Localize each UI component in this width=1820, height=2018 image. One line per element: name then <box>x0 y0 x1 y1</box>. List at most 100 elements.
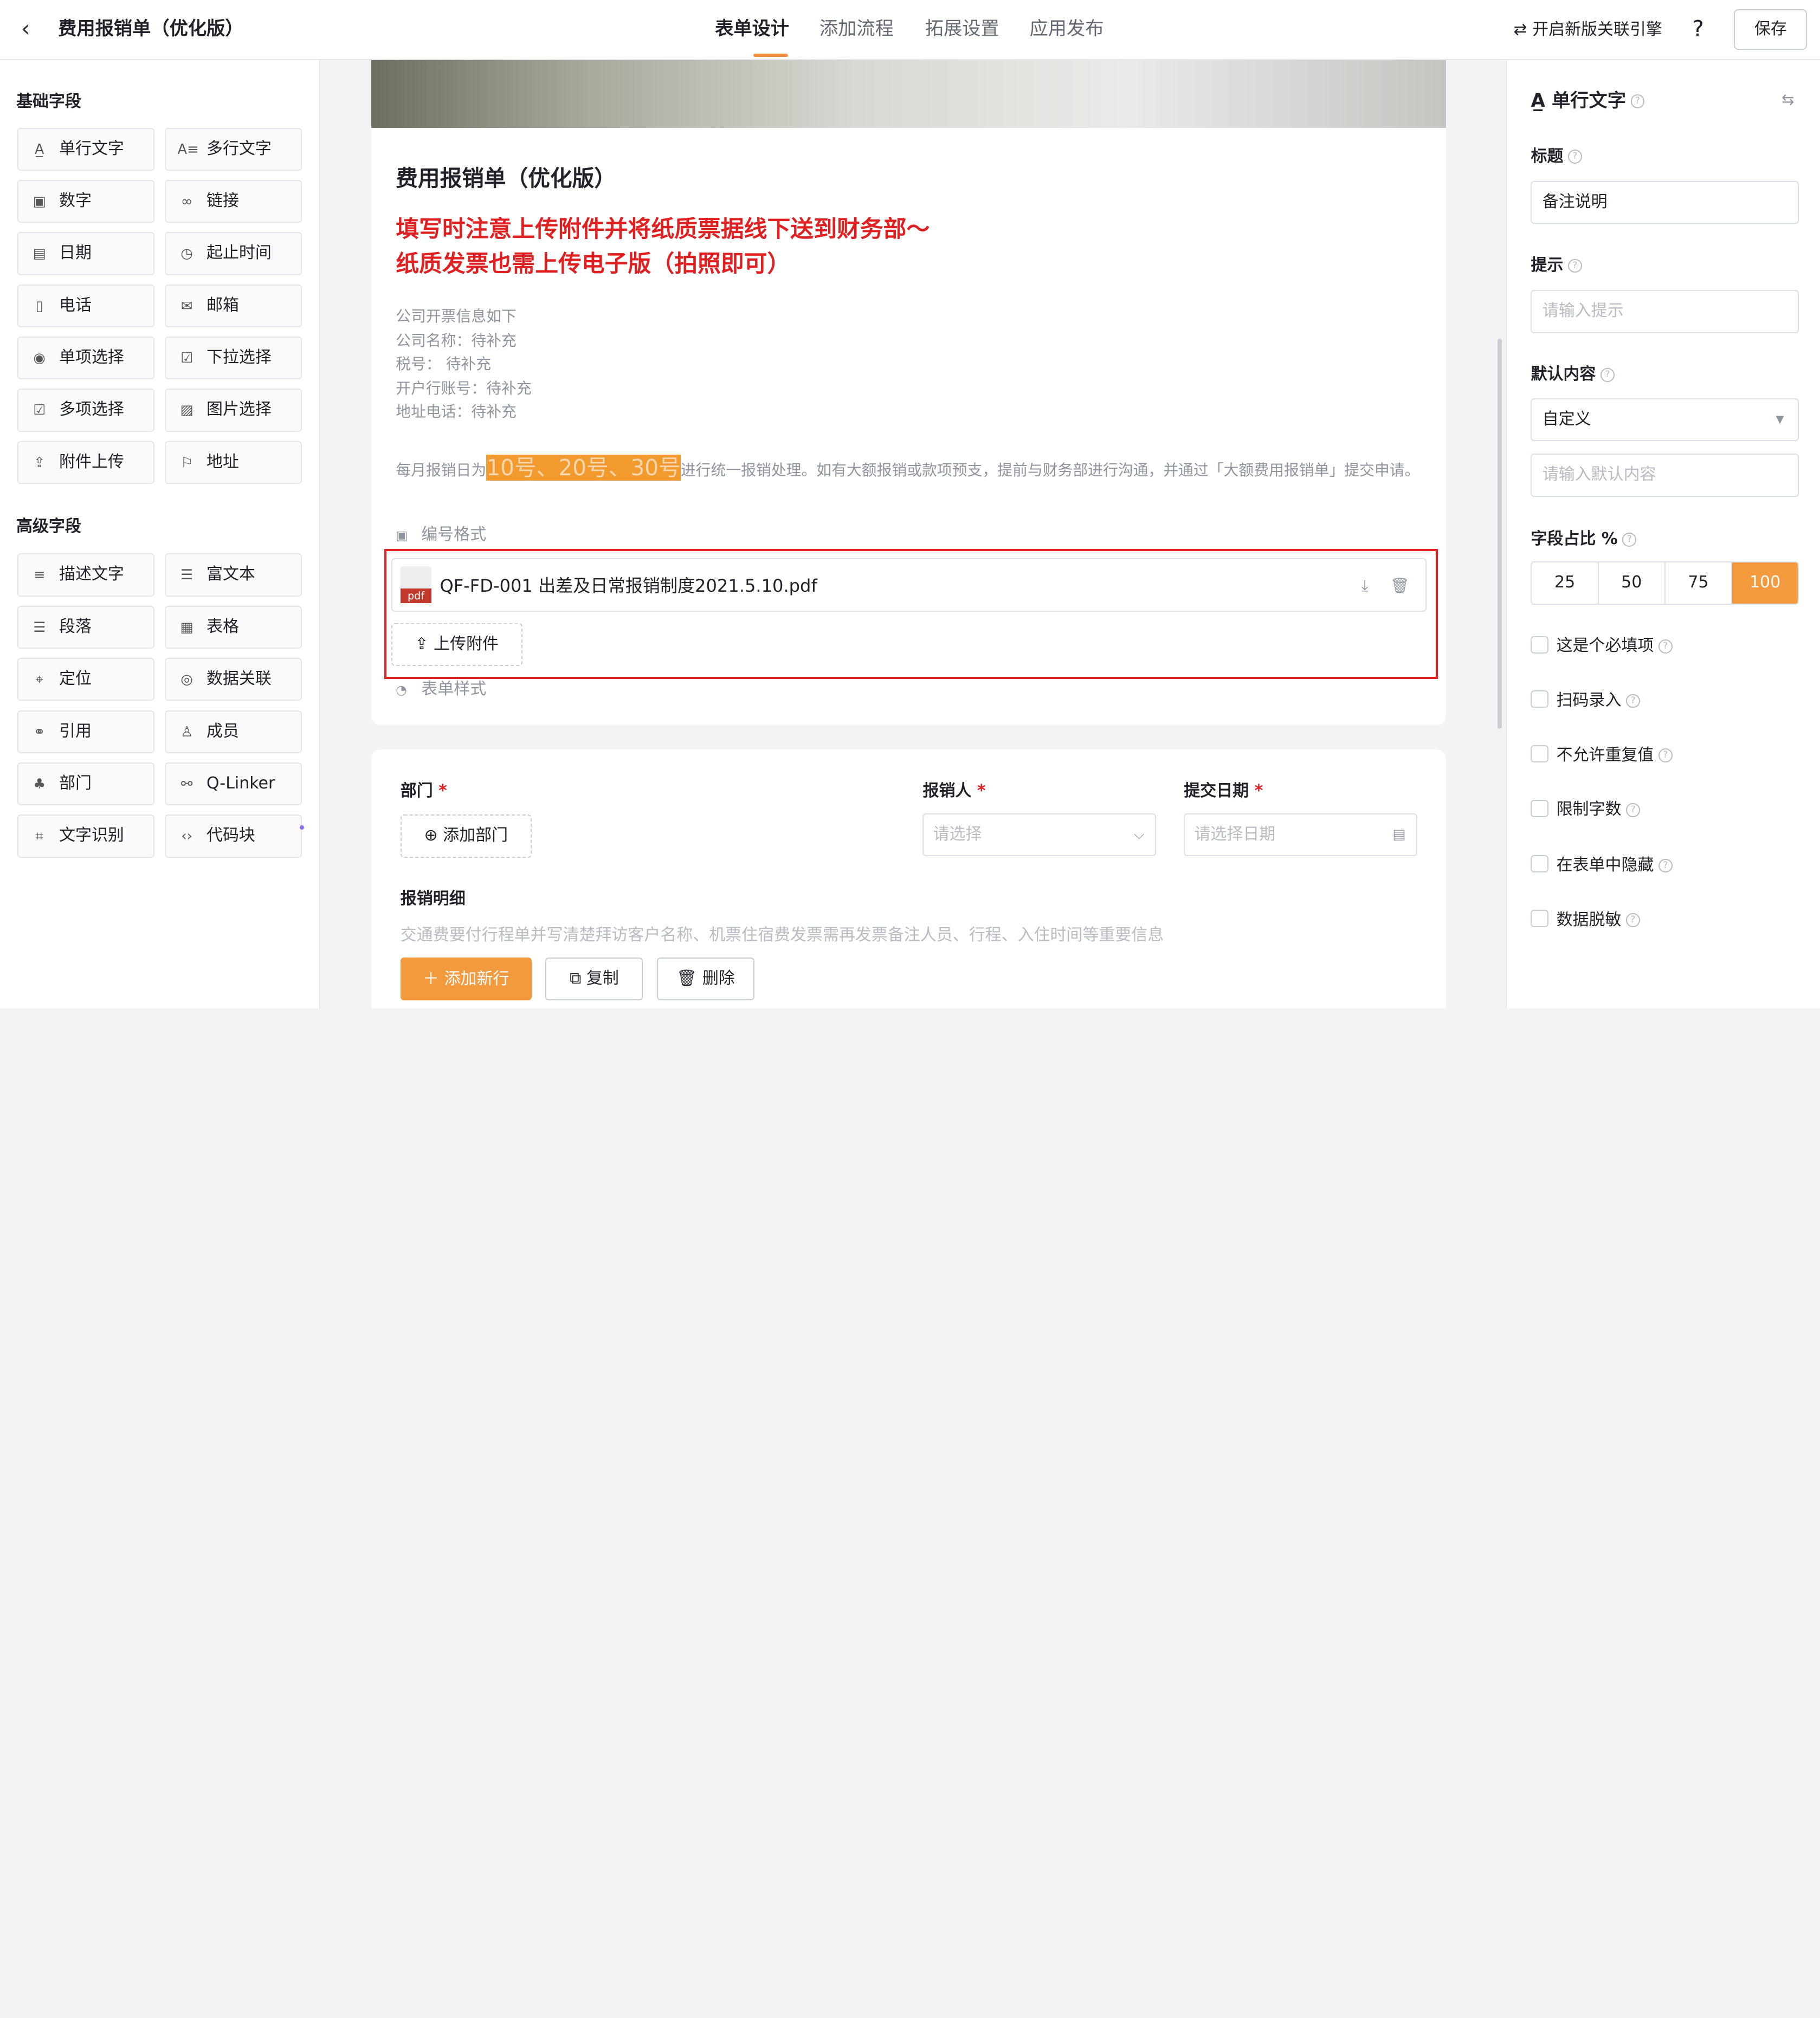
canvas-scrollbar[interactable] <box>1497 339 1502 729</box>
data-masking-checkbox[interactable]: 数据脱敏? <box>1531 909 1640 932</box>
dept-field-label: 部门 * <box>401 780 447 803</box>
checkbox-box[interactable] <box>1531 855 1548 873</box>
copy-button[interactable]: ⧉ 复制 <box>545 957 643 1000</box>
field-type-icon: ☑ <box>33 402 46 419</box>
field-button[interactable]: ⚐ 地址 <box>165 441 302 484</box>
field-button[interactable]: ▤ 日期 <box>17 232 154 275</box>
upload-attachment-button[interactable]: ⇪ 上传附件 <box>391 623 522 667</box>
field-button[interactable]: ⌗ 文字识别 <box>17 814 154 858</box>
attachment-file-row[interactable]: pdf QF-FD-001 出差及日常报销制度2021.5.10.pdf ⤓ 🗑 <box>391 558 1427 612</box>
form-style-item[interactable]: ◔ 表单样式 <box>396 678 486 702</box>
calendar-icon: ▤ <box>1392 826 1406 843</box>
field-button-label: 单行文字 <box>59 139 124 158</box>
field-type-header: A̲ 单行文字? <box>1531 88 1645 114</box>
checkbox-box[interactable] <box>1531 745 1548 763</box>
help-circle-icon[interactable]: ? <box>1626 803 1640 817</box>
width-option-75[interactable]: 75 <box>1666 562 1732 604</box>
scan-input-checkbox[interactable]: 扫码录入? <box>1531 689 1640 713</box>
width-option-25[interactable]: 25 <box>1532 562 1599 604</box>
detail-label: 报销明细 <box>400 889 466 909</box>
reporter-select[interactable]: 请选择 ⌵ <box>922 813 1156 857</box>
help-circle-icon[interactable]: ? <box>1626 694 1640 708</box>
checkbox-box[interactable] <box>1531 690 1548 708</box>
add-row-button[interactable]: ＋ 添加新行 <box>400 957 532 1000</box>
attachment-file-name[interactable]: QF-FD-001 出差及日常报销制度2021.5.10.pdf <box>440 574 817 598</box>
field-button-label: 电话 <box>59 295 92 315</box>
tab-add-flow[interactable]: 添加流程 <box>819 16 894 42</box>
help-circle-icon[interactable]: ? <box>1626 913 1640 928</box>
default-value-input[interactable]: 请输入默认内容 <box>1531 454 1799 497</box>
help-circle-icon[interactable]: ? <box>1658 639 1673 654</box>
width-option-50[interactable]: 50 <box>1599 562 1666 604</box>
field-button[interactable]: ⌖ 定位 <box>17 658 154 701</box>
field-button[interactable]: ⚯ Q-Linker <box>165 762 302 806</box>
field-type-icon: ▦ <box>180 619 193 636</box>
required-checkbox[interactable]: 这是个必填项? <box>1531 635 1673 658</box>
field-button[interactable]: A≡ 多行文字 <box>165 127 302 171</box>
download-icon[interactable]: ⤓ <box>1361 575 1368 597</box>
help-circle-icon[interactable]: ? <box>1658 858 1673 873</box>
tab-publish[interactable]: 应用发布 <box>1030 16 1104 42</box>
help-icon[interactable]: ? <box>1692 15 1704 43</box>
field-button[interactable]: ⚭ 引用 <box>17 710 154 753</box>
help-circle-icon[interactable]: ? <box>1630 94 1645 109</box>
help-circle-icon[interactable]: ? <box>1600 367 1615 382</box>
help-circle-icon[interactable]: ? <box>1658 748 1673 763</box>
help-circle-icon[interactable]: ? <box>1622 533 1637 547</box>
copy-label: 复制 <box>586 968 619 988</box>
field-button-label: 邮箱 <box>206 295 239 315</box>
engine-link[interactable]: ⇄ 开启新版关联引擎 <box>1514 18 1662 42</box>
field-button[interactable]: ◷ 起止时间 <box>165 232 302 275</box>
number-format-item[interactable]: ▣ 编号格式 <box>396 523 486 547</box>
field-button[interactable]: ☰ 富文本 <box>165 553 302 597</box>
field-button[interactable]: ♙ 成员 <box>165 710 302 753</box>
field-button[interactable]: ⇪ 附件上传 <box>17 441 154 484</box>
checkbox-box[interactable] <box>1531 636 1548 654</box>
field-button[interactable]: ♣ 部门 <box>17 762 154 806</box>
title-input[interactable]: 备注说明 <box>1531 181 1799 224</box>
field-button[interactable]: ▯ 电话 <box>17 284 154 327</box>
field-button[interactable]: ‹› 代码块 <box>165 814 302 858</box>
add-dept-button[interactable]: ⊕ 添加部门 <box>400 814 532 858</box>
field-button[interactable]: ▣ 数字 <box>17 179 154 223</box>
width-label-text: 字段占比 % <box>1531 529 1618 549</box>
field-button[interactable]: ✉ 邮箱 <box>165 284 302 327</box>
copy-icon: ⧉ <box>569 968 586 988</box>
field-button[interactable]: ◉ 单项选择 <box>17 337 154 380</box>
help-circle-icon[interactable]: ? <box>1567 258 1582 273</box>
upload-label: 上传附件 <box>434 634 499 654</box>
field-button[interactable]: A̲ 单行文字 <box>17 127 154 171</box>
reporter-label-text: 报销人 <box>922 781 972 801</box>
field-button[interactable]: ☑ 下拉选择 <box>165 337 302 380</box>
default-mode-select[interactable]: 自定义 ▼ <box>1531 398 1799 441</box>
save-button[interactable]: 保存 <box>1734 9 1808 50</box>
hint-input[interactable]: 请输入提示 <box>1531 290 1799 333</box>
limit-length-checkbox[interactable]: 限制字数? <box>1531 798 1640 822</box>
checkbox-box[interactable] <box>1531 799 1548 817</box>
checkbox-label: 限制字数 <box>1556 800 1622 819</box>
swap-icon[interactable]: ⇆ <box>1782 90 1794 108</box>
field-button[interactable]: ▦ 表格 <box>165 605 302 649</box>
field-button[interactable]: ☑ 多项选择 <box>17 389 154 432</box>
field-button-label: 定位 <box>59 669 92 689</box>
add-dept-label: 添加部门 <box>443 826 508 845</box>
tab-extend-settings[interactable]: 拓展设置 <box>925 16 999 42</box>
checkbox-box[interactable] <box>1531 910 1548 928</box>
form-fields-card <box>371 749 1447 1008</box>
width-option-100[interactable]: 100 <box>1732 562 1798 604</box>
field-button[interactable]: ≡ 描述文字 <box>17 553 154 597</box>
field-button[interactable]: ∞ 链接 <box>165 179 302 223</box>
back-icon[interactable]: ‹ <box>21 16 44 42</box>
help-circle-icon[interactable]: ? <box>1567 150 1582 164</box>
delete-row-button[interactable]: 🗑 删除 <box>657 957 754 1000</box>
hide-in-form-checkbox[interactable]: 在表单中隐藏? <box>1531 854 1673 877</box>
field-button[interactable]: ☰ 段落 <box>17 605 154 649</box>
field-type-icon: ⚐ <box>180 454 193 471</box>
no-duplicate-checkbox[interactable]: 不允许重复值? <box>1531 744 1673 767</box>
field-button[interactable]: ◎ 数据关联 <box>165 658 302 701</box>
trash-icon[interactable]: 🗑 <box>1390 575 1409 597</box>
field-button-label: 附件上传 <box>59 452 124 471</box>
field-button[interactable]: ▨ 图片选择 <box>165 389 302 432</box>
date-picker[interactable]: 请选择日期 ▤ <box>1184 813 1417 857</box>
tab-form-design[interactable]: 表单设计 <box>715 16 789 42</box>
